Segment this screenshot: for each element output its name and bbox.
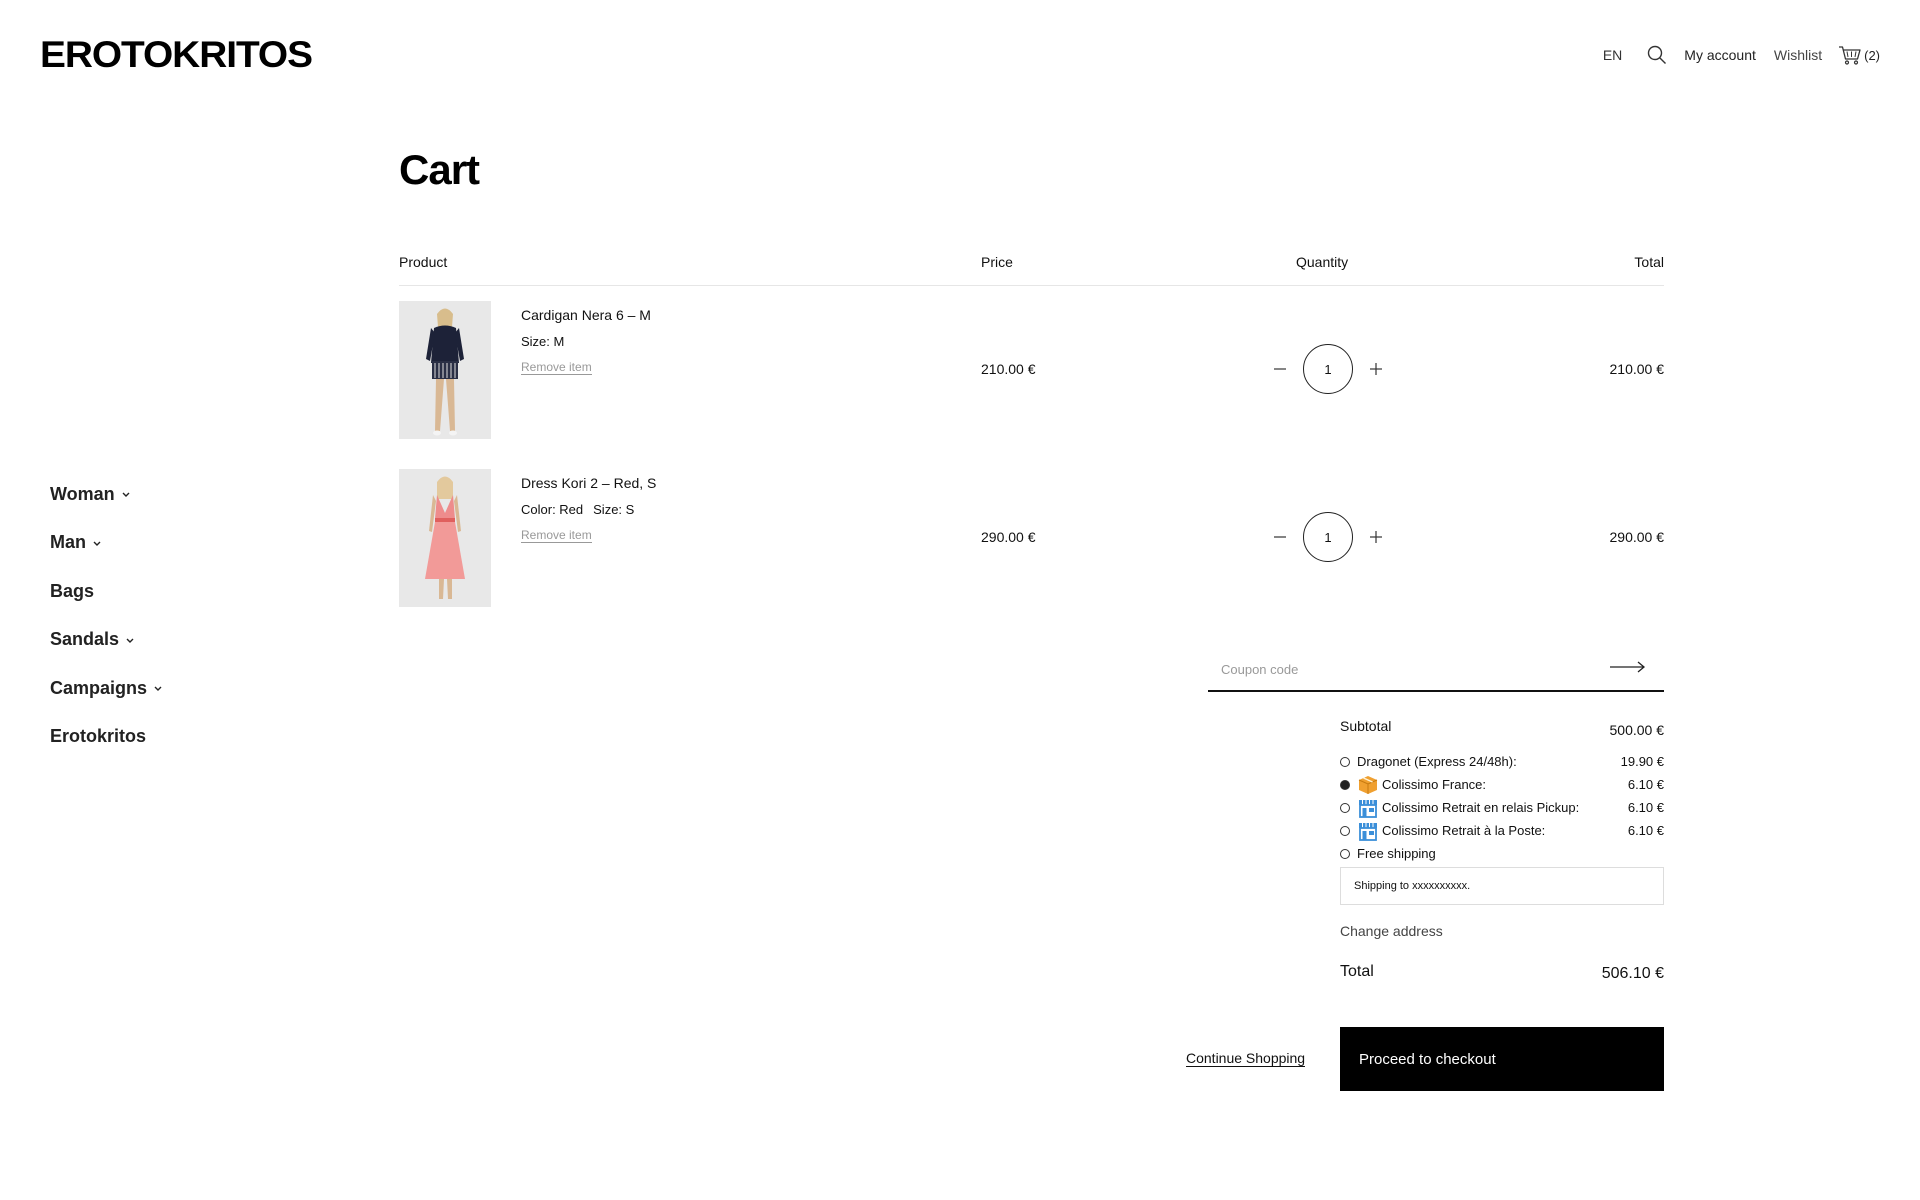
- quantity-stepper: 1: [1267, 512, 1389, 562]
- shipping-destination: Shipping to xxxxxxxxxx.: [1340, 867, 1664, 905]
- quantity-stepper: 1: [1267, 344, 1389, 394]
- page-title: Cart: [399, 146, 480, 193]
- my-account-link[interactable]: My account: [1684, 47, 1756, 63]
- shipping-option-label: Dragonet (Express 24/48h):: [1357, 754, 1517, 769]
- increase-quantity-button[interactable]: [1363, 356, 1389, 382]
- package-icon: [1358, 775, 1378, 794]
- total-label: Total: [1340, 963, 1374, 980]
- sidebar-item-erotokritos[interactable]: Erotokritos: [50, 713, 163, 762]
- sidebar-item-label: Bags: [50, 580, 95, 601]
- sidebar-item-bags[interactable]: Bags: [50, 567, 163, 616]
- top-navigation: EN My account Wishlist (2): [1603, 44, 1880, 66]
- column-header-quantity: Quantity: [1296, 254, 1349, 270]
- cart-link[interactable]: (2): [1838, 45, 1880, 65]
- cart-totals: Subtotal 500.00 € Dragonet (Express 24/4…: [1340, 718, 1664, 983]
- chevron-down-icon: [126, 638, 134, 643]
- shipping-options: Dragonet (Express 24/48h): 19.90 € Colis…: [1340, 750, 1664, 865]
- minus-icon: [1274, 368, 1286, 370]
- cart-count: (2): [1864, 47, 1880, 63]
- row-total: 290.00 €: [1609, 529, 1665, 545]
- quantity-value[interactable]: 1: [1303, 512, 1353, 562]
- search-icon[interactable]: [1646, 44, 1668, 66]
- chevron-down-icon: [122, 492, 130, 498]
- sidebar-item-label: Campaigns: [50, 677, 148, 698]
- product-attributes: Size: M: [521, 334, 564, 349]
- chevron-down-icon: [93, 541, 101, 546]
- product-image[interactable]: [399, 301, 491, 439]
- shipping-option-label: Free shipping: [1357, 846, 1436, 861]
- radio-button-selected[interactable]: [1340, 779, 1350, 790]
- unit-price: 290.00 €: [981, 529, 1036, 545]
- shipping-option-price: 19.90 €: [1620, 754, 1664, 769]
- plus-icon: [1370, 363, 1382, 375]
- radio-button[interactable]: [1340, 756, 1350, 767]
- quantity-value[interactable]: 1: [1303, 344, 1353, 394]
- wishlist-link[interactable]: Wishlist: [1774, 47, 1822, 63]
- column-header-price: Price: [981, 254, 1013, 270]
- sidebar-item-sandals[interactable]: Sandals: [50, 616, 163, 665]
- sidebar-item-campaigns[interactable]: Campaigns: [50, 664, 163, 713]
- radio-button[interactable]: [1340, 825, 1350, 836]
- radio-button[interactable]: [1340, 848, 1350, 859]
- product-attribute: Size: M: [521, 334, 565, 349]
- shipping-option[interactable]: Dragonet (Express 24/48h): 19.90 €: [1340, 750, 1664, 773]
- row-total: 210.00 €: [1609, 361, 1665, 377]
- product-attributes: Color: Red Size: S: [521, 502, 634, 517]
- subtotal-row: Subtotal 500.00 €: [1340, 718, 1664, 750]
- store-icon: [1359, 822, 1377, 841]
- column-header-total: Total: [1634, 254, 1664, 270]
- chevron-down-icon: [154, 686, 162, 692]
- product-name[interactable]: Dress Kori 2 – Red, S: [521, 475, 656, 491]
- store-icon: [1359, 799, 1377, 818]
- sidebar-item-label: Erotokritos: [50, 726, 147, 747]
- sidebar-item-label: Woman: [50, 483, 115, 504]
- change-address-link[interactable]: Change address: [1340, 923, 1664, 939]
- order-total-row: Total 506.10 €: [1340, 963, 1664, 983]
- remove-item-link[interactable]: Remove item: [521, 529, 592, 543]
- remove-item-link[interactable]: Remove item: [521, 361, 592, 375]
- decrease-quantity-button[interactable]: [1267, 356, 1293, 382]
- sidebar-item-man[interactable]: Man: [50, 519, 163, 568]
- column-header-product: Product: [399, 254, 448, 270]
- sidebar-item-label: Man: [50, 532, 86, 553]
- shipping-option-price: 6.10 €: [1627, 777, 1664, 792]
- coupon-code-input[interactable]: [1221, 654, 1601, 684]
- shipping-option-price: 6.10 €: [1627, 800, 1664, 815]
- subtotal-label: Subtotal: [1340, 718, 1392, 734]
- language-selector[interactable]: EN: [1603, 47, 1622, 63]
- radio-button[interactable]: [1340, 802, 1350, 813]
- cart-table-header: Product Price Quantity Total: [399, 254, 1664, 286]
- product-attribute: Color: Red: [521, 502, 584, 517]
- subtotal-value: 500.00 €: [1609, 722, 1665, 738]
- shipping-option[interactable]: Colissimo Retrait en relais Pickup: 6.10…: [1340, 796, 1664, 819]
- shipping-option-label: Colissimo France:: [1382, 777, 1487, 792]
- cart-icon: [1839, 46, 1861, 65]
- unit-price: 210.00 €: [981, 361, 1036, 377]
- plus-icon: [1370, 531, 1382, 543]
- increase-quantity-button[interactable]: [1363, 524, 1389, 550]
- total-value: 506.10 €: [1601, 965, 1664, 982]
- proceed-to-checkout-button[interactable]: Proceed to checkout: [1340, 1027, 1664, 1091]
- cart-row: Dress Kori 2 – Red, S Color: Red Size: S …: [399, 469, 1664, 607]
- product-image[interactable]: [399, 469, 491, 607]
- sidebar-item-label: Sandals: [50, 629, 120, 650]
- arrow-right-icon[interactable]: [1610, 660, 1646, 674]
- cart-row: Cardigan Nera 6 – M Size: M Remove item …: [399, 301, 1664, 439]
- shipping-option[interactable]: Colissimo France: 6.10 €: [1340, 773, 1664, 796]
- category-sidebar: Woman Man Bags Sandals Campaigns Erotokr…: [50, 470, 163, 761]
- coupon-form: [1208, 650, 1664, 692]
- continue-shopping-link[interactable]: Continue Shopping: [1186, 1050, 1306, 1067]
- shipping-option-price: 6.10 €: [1627, 823, 1664, 838]
- sidebar-item-woman[interactable]: Woman: [50, 470, 163, 519]
- shipping-option-label: Colissimo Retrait en relais Pickup:: [1382, 800, 1580, 815]
- shipping-option-label: Colissimo Retrait à la Poste:: [1382, 823, 1546, 838]
- product-attribute: Size: S: [593, 502, 635, 517]
- product-name[interactable]: Cardigan Nera 6 – M: [521, 307, 651, 323]
- shipping-option[interactable]: Colissimo Retrait à la Poste: 6.10 €: [1340, 819, 1664, 842]
- minus-icon: [1274, 536, 1286, 538]
- shipping-option[interactable]: Free shipping: [1340, 842, 1664, 865]
- site-logo[interactable]: EROTOKRITOS: [40, 34, 313, 76]
- decrease-quantity-button[interactable]: [1267, 524, 1293, 550]
